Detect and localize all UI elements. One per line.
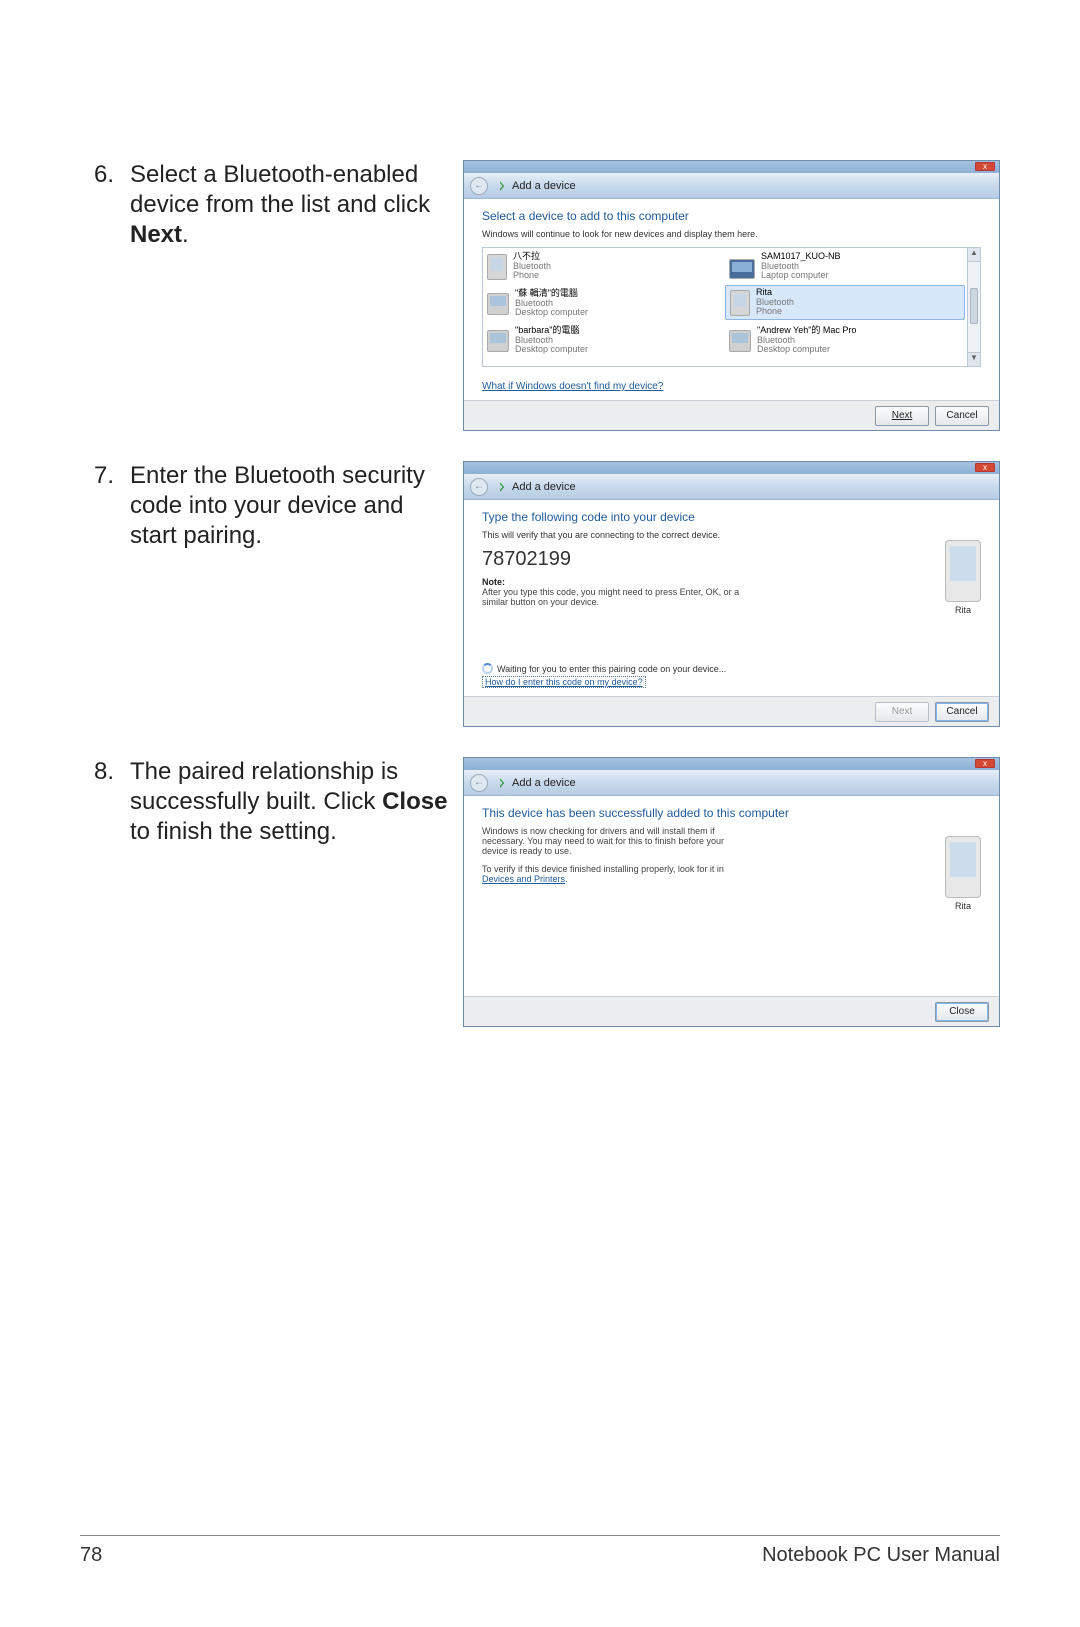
desktop-icon	[487, 293, 509, 315]
dialog-3: x ← Add a device This device has been su…	[463, 757, 1000, 1027]
dialog-1-footer: Next Cancel	[464, 400, 999, 430]
step-7-number: 7.	[80, 461, 130, 491]
device-text: "蘇 輯清"的電腦BluetoothDesktop computer	[515, 289, 588, 319]
dialog-2-body: Type the following code into your device…	[464, 500, 999, 696]
device-item[interactable]: 八不拉BluetoothPhone	[483, 248, 725, 285]
dialog-1-title: Add a device	[512, 180, 576, 192]
page-content: 6. Select a Bluetooth-enabled device fro…	[0, 0, 1080, 1027]
device-text: SAM1017_KUO-NBBluetoothLaptop computer	[761, 252, 841, 282]
dialog-3-p1: Windows is now checking for drivers and …	[482, 826, 742, 856]
cancel-button[interactable]: Cancel	[935, 702, 989, 722]
back-icon[interactable]: ←	[470, 478, 488, 496]
devices-printers-link[interactable]: Devices and Printers	[482, 874, 565, 884]
note-text: After you type this code, you might need…	[482, 587, 742, 607]
dialog-3-title: Add a device	[512, 777, 576, 789]
step-6-text: Select a Bluetooth-enabled device from t…	[130, 160, 455, 250]
back-icon[interactable]: ←	[470, 177, 488, 195]
cancel-button[interactable]: Cancel	[935, 406, 989, 426]
dialog-2: x ← Add a device Type the following code…	[463, 461, 1000, 727]
dialog-1-header: ← Add a device	[464, 173, 999, 199]
device-item[interactable]: "蘇 輯清"的電腦BluetoothDesktop computer	[483, 285, 725, 322]
dialog-2-footer: Next Cancel	[464, 696, 999, 726]
step-8-bold: Close	[382, 788, 447, 815]
device-item[interactable]: "Andrew Yeh"的 Mac ProBluetoothDesktop co…	[725, 322, 967, 359]
phone-icon	[487, 254, 507, 280]
page-footer: 78 Notebook PC User Manual	[80, 1535, 1000, 1567]
desktop-icon	[487, 330, 509, 352]
scroll-thumb[interactable]	[970, 288, 978, 324]
step-6-text-b: .	[182, 221, 189, 248]
dialog-1-heading: Select a device to add to this computer	[482, 209, 981, 223]
waiting-text: Waiting for you to enter this pairing co…	[497, 664, 726, 674]
dialog-1: x ← Add a device Select a device to add …	[463, 160, 1000, 431]
dialog-2-subtext: This will verify that you are connecting…	[482, 530, 981, 540]
dialog-3-body: This device has been successfully added …	[464, 796, 999, 996]
next-button-label: Next	[892, 410, 913, 421]
phone-icon	[945, 836, 981, 898]
phone-icon	[945, 540, 981, 602]
step-6-text-a: Select a Bluetooth-enabled device from t…	[130, 161, 430, 218]
step-8-text-b: to finish the setting.	[130, 818, 337, 845]
bluetooth-icon	[494, 179, 506, 193]
scroll-down-icon[interactable]: ▼	[968, 352, 980, 366]
dialog-1-body: Select a device to add to this computer …	[464, 199, 999, 400]
dialog-3-header: ← Add a device	[464, 770, 999, 796]
dialog-2-header: ← Add a device	[464, 474, 999, 500]
device-text: RitaBluetoothPhone	[756, 288, 794, 318]
dialog-3-p2: To verify if this device finished instal…	[482, 864, 742, 884]
manual-title: Notebook PC User Manual	[762, 1544, 1000, 1567]
step-8-number: 8.	[80, 757, 130, 787]
scroll-up-icon[interactable]: ▲	[968, 248, 980, 262]
step-8-text: The paired relationship is successfully …	[130, 757, 455, 847]
step-7-text: Enter the Bluetooth security code into y…	[130, 461, 455, 551]
help-link[interactable]: What if Windows doesn't find my device?	[482, 381, 663, 392]
dialog-3-p2a: To verify if this device finished instal…	[482, 864, 724, 874]
step-6-row: 6. Select a Bluetooth-enabled device fro…	[80, 160, 1000, 431]
device-text: 八不拉BluetoothPhone	[513, 252, 551, 282]
close-icon[interactable]: x	[975, 759, 995, 768]
bluetooth-icon	[494, 480, 506, 494]
dialog-3-p2b: .	[565, 874, 568, 884]
next-button[interactable]: Next	[875, 406, 929, 426]
next-button: Next	[875, 702, 929, 722]
device-item[interactable]: RitaBluetoothPhone	[725, 285, 965, 320]
page-number: 78	[80, 1544, 102, 1567]
dialog-1-titlebar: x	[464, 161, 999, 173]
device-text: "barbara"的電腦BluetoothDesktop computer	[515, 326, 588, 356]
dialog-2-titlebar: x	[464, 462, 999, 474]
desktop-icon	[729, 330, 751, 352]
step-8-row: 8. The paired relationship is successful…	[80, 757, 1000, 1027]
phone-icon	[730, 290, 750, 316]
step-6-bold: Next	[130, 221, 182, 248]
device-list[interactable]: 八不拉BluetoothPhone SAM1017_KUO-NBBluetooth…	[482, 247, 967, 367]
phone-caption: Rita	[951, 901, 975, 911]
device-text: "Andrew Yeh"的 Mac ProBluetoothDesktop co…	[757, 326, 856, 356]
device-item[interactable]: SAM1017_KUO-NBBluetoothLaptop computer	[725, 248, 967, 285]
device-item[interactable]: YI_HSIEH-NBBluetooth	[483, 359, 725, 367]
dialog-3-footer: Close	[464, 996, 999, 1026]
back-icon: ←	[470, 774, 488, 792]
step-7-row: 7. Enter the Bluetooth security code int…	[80, 461, 1000, 727]
scrollbar[interactable]: ▲ ▼	[967, 247, 981, 367]
close-icon[interactable]: x	[975, 463, 995, 472]
dialog-3-titlebar: x	[464, 758, 999, 770]
laptop-icon	[729, 259, 755, 279]
pairing-code: 78702199	[482, 548, 981, 571]
close-button[interactable]: Close	[935, 1002, 989, 1022]
device-item[interactable]: "barbara"的電腦BluetoothDesktop computer	[483, 322, 725, 359]
spinner-icon	[482, 663, 493, 674]
dialog-2-heading: Type the following code into your device	[482, 510, 981, 524]
dialog-3-heading: This device has been successfully added …	[482, 806, 981, 820]
bluetooth-icon	[494, 776, 506, 790]
step-8-text-a: The paired relationship is successfully …	[130, 758, 398, 815]
help-link[interactable]: How do I enter this code on my device?	[482, 676, 646, 688]
dialog-2-title: Add a device	[512, 481, 576, 493]
dialog-1-subtext: Windows will continue to look for new de…	[482, 229, 981, 239]
note-label: Note:	[482, 577, 981, 587]
step-6-number: 6.	[80, 160, 130, 190]
phone-caption: Rita	[951, 605, 975, 615]
close-icon[interactable]: x	[975, 162, 995, 171]
waiting-row: Waiting for you to enter this pairing co…	[482, 663, 981, 674]
